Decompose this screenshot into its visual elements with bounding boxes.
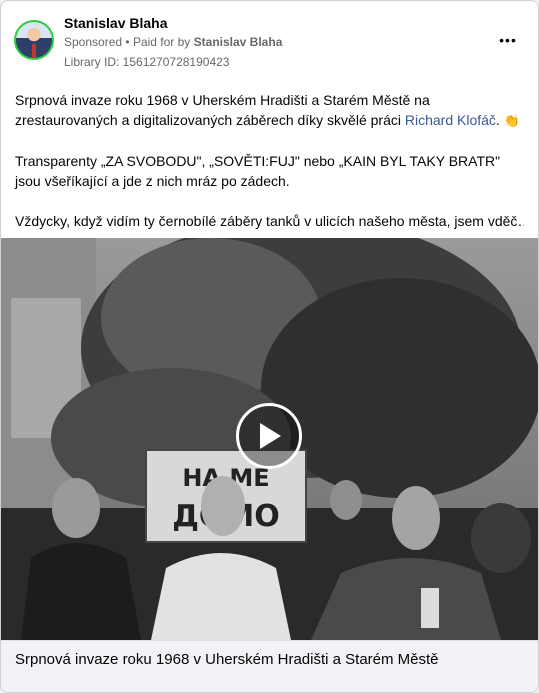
post-header: Stanislav Blaha Sponsored • Paid for by … [1, 1, 538, 77]
clap-icon: 👏 [503, 113, 520, 128]
separator-dot: • [125, 35, 130, 49]
paragraph-1: Srpnová invaze roku 1968 v Uherském Hrad… [15, 90, 524, 131]
video-player[interactable]: НА МЕ ДОМО [1, 238, 538, 640]
paragraph-1-end: . [495, 112, 500, 128]
richard-klofac-link[interactable]: Richard Klofáč [405, 112, 496, 128]
paragraph-1-text: Srpnová invaze roku 1968 v Uherském Hrad… [15, 92, 430, 128]
post-body: Srpnová invaze roku 1968 v Uherském Hrad… [15, 90, 524, 251]
video-caption-bar[interactable]: Srpnová invaze roku 1968 v Uherském Hrad… [1, 640, 538, 692]
play-button[interactable] [236, 403, 302, 469]
avatar-photo [16, 22, 52, 58]
play-icon [260, 423, 281, 449]
author-name[interactable]: Stanislav Blaha [64, 15, 168, 31]
more-options-button[interactable]: ••• [496, 30, 520, 50]
paragraph-2: Transparenty „ZA SVOBODU", „SOVĚTI:FUJ" … [15, 153, 501, 189]
ad-post-card: Stanislav Blaha Sponsored • Paid for by … [0, 0, 539, 693]
sponsored-label: Sponsored [64, 35, 123, 49]
more-horizontal-icon: ••• [499, 32, 517, 48]
video-caption[interactable]: Srpnová invaze roku 1968 v Uherském Hrad… [15, 651, 439, 668]
library-id: Library ID: 1561270728190423 [64, 55, 230, 69]
sponsored-line: Sponsored • Paid for by Stanislav Blaha [64, 35, 282, 49]
paid-for-name: Stanislav Blaha [193, 35, 283, 49]
paid-for-prefix: Paid for by [132, 35, 191, 49]
paragraph-3[interactable]: Vždycky, když vidím ty černobílé záběry … [15, 211, 524, 231]
avatar-tie-detail [32, 44, 36, 58]
author-avatar[interactable] [14, 20, 54, 60]
